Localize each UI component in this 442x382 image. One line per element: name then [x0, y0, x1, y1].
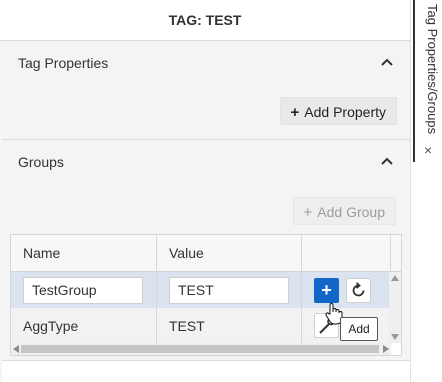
- groups-header[interactable]: Groups: [18, 154, 64, 170]
- plus-icon: +: [303, 204, 313, 221]
- scroll-right-icon[interactable]: [383, 345, 389, 353]
- add-property-label: Add Property: [304, 104, 386, 120]
- add-group-label: Add Group: [317, 204, 385, 220]
- scrollbar-thumb[interactable]: [21, 345, 379, 353]
- name-cell: AggType: [11, 308, 157, 344]
- chevron-up-icon[interactable]: [380, 57, 394, 67]
- plus-icon: +: [290, 104, 300, 121]
- add-property-button[interactable]: + Add Property: [279, 97, 397, 125]
- panel-footer: [2, 361, 410, 382]
- plus-icon: +: [321, 280, 332, 300]
- scroll-left-icon[interactable]: [13, 345, 19, 353]
- tag-properties-section: Tag Properties + Add Property: [2, 41, 410, 140]
- side-tab-label[interactable]: Tag Properties/Groups: [420, 4, 440, 134]
- tooltip: Add: [340, 317, 378, 341]
- actions-cell: +: [302, 272, 391, 308]
- value-cell: TEST: [157, 308, 302, 344]
- value-cell: TEST: [157, 272, 302, 308]
- panel-title: TAG: TEST: [0, 0, 410, 41]
- refresh-icon: [352, 282, 365, 297]
- column-header-actions: [302, 235, 391, 271]
- grid-header: Name Value: [11, 235, 401, 272]
- vertical-scrollbar[interactable]: [389, 272, 401, 343]
- group-name-input[interactable]: TestGroup: [23, 277, 143, 304]
- chevron-up-icon[interactable]: [380, 156, 394, 166]
- add-group-button[interactable]: + Add Group: [292, 197, 396, 225]
- name-cell: TestGroup: [11, 272, 157, 308]
- column-header-name[interactable]: Name: [11, 235, 157, 271]
- column-header-value[interactable]: Value: [157, 235, 302, 271]
- reset-row-button[interactable]: [346, 278, 371, 303]
- side-tab[interactable]: Tag Properties/Groups ×: [413, 0, 442, 162]
- add-row-button[interactable]: +: [314, 278, 339, 303]
- scroll-up-icon[interactable]: [391, 275, 399, 281]
- horizontal-scrollbar[interactable]: [11, 343, 391, 355]
- group-value-input[interactable]: TEST: [169, 277, 289, 304]
- tag-properties-header[interactable]: Tag Properties: [18, 55, 108, 71]
- close-icon[interactable]: ×: [424, 143, 432, 157]
- scroll-down-icon[interactable]: [391, 334, 399, 340]
